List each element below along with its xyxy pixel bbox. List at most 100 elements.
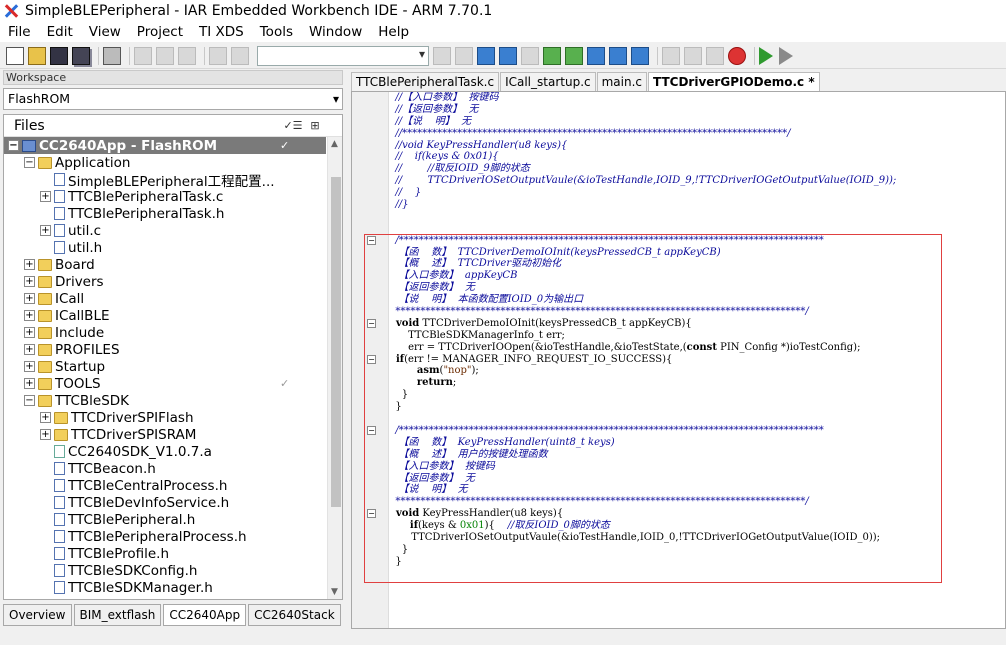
tree-item[interactable]: TTCBleCentralProcess.h xyxy=(4,477,326,494)
chevron-down-icon[interactable]: ▾ xyxy=(333,89,339,109)
tab-cc2640app[interactable]: CC2640App xyxy=(163,604,247,626)
redo-icon[interactable] xyxy=(231,46,249,65)
tree-item[interactable]: − CC2640App - FlashROM ✓ xyxy=(4,137,326,154)
expand-icon[interactable]: + xyxy=(40,225,51,236)
expand-icon[interactable]: + xyxy=(24,259,35,270)
code-line[interactable] xyxy=(389,211,1005,223)
tree-item[interactable]: TTCBleSDKConfig.h xyxy=(4,562,326,579)
expand-icon[interactable]: + xyxy=(24,344,35,355)
menu-project[interactable]: Project xyxy=(129,24,191,40)
tab-ttcdrivergpiodemo-c[interactable]: TTCDriverGPIODemo.c * xyxy=(648,72,820,91)
scroll-down-icon[interactable]: ▼ xyxy=(331,587,338,597)
nav-back-icon[interactable] xyxy=(587,46,605,65)
compile-status-column-icon[interactable]: ✓☰ xyxy=(282,119,304,132)
tree-item[interactable]: + TTCDriverSPIFlash xyxy=(4,409,326,426)
replace-icon[interactable] xyxy=(499,46,517,65)
goto-icon[interactable] xyxy=(521,46,539,65)
tab-overview[interactable]: Overview xyxy=(3,604,72,626)
tree-item[interactable]: SimpleBLEPeripheral工程配置... xyxy=(4,171,326,190)
scroll-thumb[interactable] xyxy=(331,177,341,507)
cut-icon[interactable] xyxy=(134,46,152,65)
print-icon[interactable] xyxy=(103,46,121,65)
tree-scrollbar[interactable]: ▲ ▼ xyxy=(327,137,342,599)
tree-item[interactable]: + Board xyxy=(4,256,326,273)
tree-item[interactable]: TTCBlePeripheralTask.h xyxy=(4,205,326,222)
save-all-icon[interactable] xyxy=(72,46,90,65)
tab-main-c[interactable]: main.c xyxy=(596,72,648,91)
undo-icon[interactable] xyxy=(209,46,227,65)
menu-file[interactable]: File xyxy=(0,24,39,40)
nav-forward-icon[interactable] xyxy=(609,46,627,65)
find-next-icon[interactable] xyxy=(455,46,473,65)
expand-icon[interactable]: + xyxy=(24,378,35,389)
menu-window[interactable]: Window xyxy=(301,24,370,40)
config-select[interactable]: FlashROM ▾ xyxy=(3,88,343,110)
tree-item[interactable]: + util.c xyxy=(4,222,326,239)
tree-item[interactable]: CC2640SDK_V1.0.7.a xyxy=(4,443,326,460)
tree-item[interactable]: + Drivers xyxy=(4,273,326,290)
code-line[interactable]: //【返回参数】 无 xyxy=(389,104,1005,116)
menu-edit[interactable]: Edit xyxy=(39,24,81,40)
find-combo[interactable] xyxy=(257,45,429,66)
code-line[interactable]: //} xyxy=(389,199,1005,211)
menu-view[interactable]: View xyxy=(81,24,129,40)
code-line[interactable]: //【说 明】 无 xyxy=(389,116,1005,128)
tree-item[interactable]: TTCBeacon.h xyxy=(4,460,326,477)
download-debug-icon[interactable] xyxy=(759,46,773,65)
expand-icon[interactable]: + xyxy=(24,310,35,321)
tree-item[interactable]: TTCBleProfile.h xyxy=(4,545,326,562)
expand-icon[interactable]: + xyxy=(24,327,35,338)
stop-build-icon[interactable] xyxy=(706,46,724,65)
collapse-icon[interactable]: − xyxy=(8,140,19,151)
tree-item[interactable]: util.h xyxy=(4,239,326,256)
menu-tools[interactable]: Tools xyxy=(252,24,301,40)
tree-item[interactable]: TTCBleSDKManager.h xyxy=(4,579,326,596)
tree-item[interactable]: + PROFILES xyxy=(4,341,326,358)
new-file-icon[interactable] xyxy=(6,46,24,65)
tab-bim-extflash[interactable]: BIM_extflash xyxy=(73,604,162,626)
collapse-icon[interactable]: − xyxy=(24,157,35,168)
tree-item[interactable]: − TTCBleSDK xyxy=(4,392,326,409)
tree-item[interactable]: + Include xyxy=(4,324,326,341)
make-icon[interactable] xyxy=(684,46,702,65)
tree-item[interactable]: TTCBleDevInfoService.h xyxy=(4,494,326,511)
tree-item[interactable]: − Application xyxy=(4,154,326,171)
paste-icon[interactable] xyxy=(178,46,196,65)
tree-item[interactable]: + TOOLS ✓ xyxy=(4,375,326,392)
debug-without-download-icon[interactable] xyxy=(779,46,793,65)
tree-item[interactable]: + TTCDriverSPISRAM xyxy=(4,426,326,443)
tree-item[interactable]: TTCBlePeripheral.h xyxy=(4,511,326,528)
expand-icon[interactable]: + xyxy=(40,191,51,202)
code-line[interactable] xyxy=(389,223,1005,235)
tree-item[interactable]: + TTCBlePeripheralTask.c xyxy=(4,188,326,205)
expand-icon[interactable]: + xyxy=(40,429,51,440)
tree-item[interactable]: + ICallBLE xyxy=(4,307,326,324)
compile-icon[interactable] xyxy=(662,46,680,65)
tree-item[interactable]: + ICall xyxy=(4,290,326,307)
menu-ti-xds[interactable]: TI XDS xyxy=(191,24,252,40)
next-bookmark-icon[interactable] xyxy=(565,46,583,65)
find-in-files-icon[interactable] xyxy=(477,46,495,65)
tab-ttcbleperipheraltask-c[interactable]: TTCBlePeripheralTask.c xyxy=(351,72,500,91)
browse-icon[interactable] xyxy=(631,46,649,65)
expand-icon[interactable]: + xyxy=(24,293,35,304)
code-line[interactable]: // TTCDriverIOSetOutputVaule(&ioTestHand… xyxy=(389,175,1005,187)
tab-icall-startup-c[interactable]: ICall_startup.c xyxy=(500,72,596,91)
code-line[interactable]: //**************************************… xyxy=(389,128,1005,140)
code-line[interactable]: // //取反IOID_9脚的状态 xyxy=(389,163,1005,175)
bookmark-icon[interactable] xyxy=(543,46,561,65)
tree-item[interactable]: TTCBlePeripheralProcess.h xyxy=(4,528,326,545)
code-line[interactable]: //void KeyPressHandler(u8 keys){ xyxy=(389,140,1005,152)
copy-icon[interactable] xyxy=(156,46,174,65)
collapse-icon[interactable]: − xyxy=(24,395,35,406)
menu-help[interactable]: Help xyxy=(370,24,417,40)
code-line[interactable]: //【入口参数】 按键码 xyxy=(389,92,1005,104)
code-line[interactable]: // } xyxy=(389,187,1005,199)
tab-cc2640stack[interactable]: CC2640Stack xyxy=(248,604,341,626)
tree-item[interactable]: + Startup xyxy=(4,358,326,375)
options-column-icon[interactable]: ⊞ xyxy=(304,119,326,132)
open-folder-icon[interactable] xyxy=(28,46,46,65)
expand-icon[interactable]: + xyxy=(40,412,51,423)
expand-icon[interactable]: + xyxy=(24,361,35,372)
code-line[interactable]: // if(keys & 0x01){ xyxy=(389,151,1005,163)
